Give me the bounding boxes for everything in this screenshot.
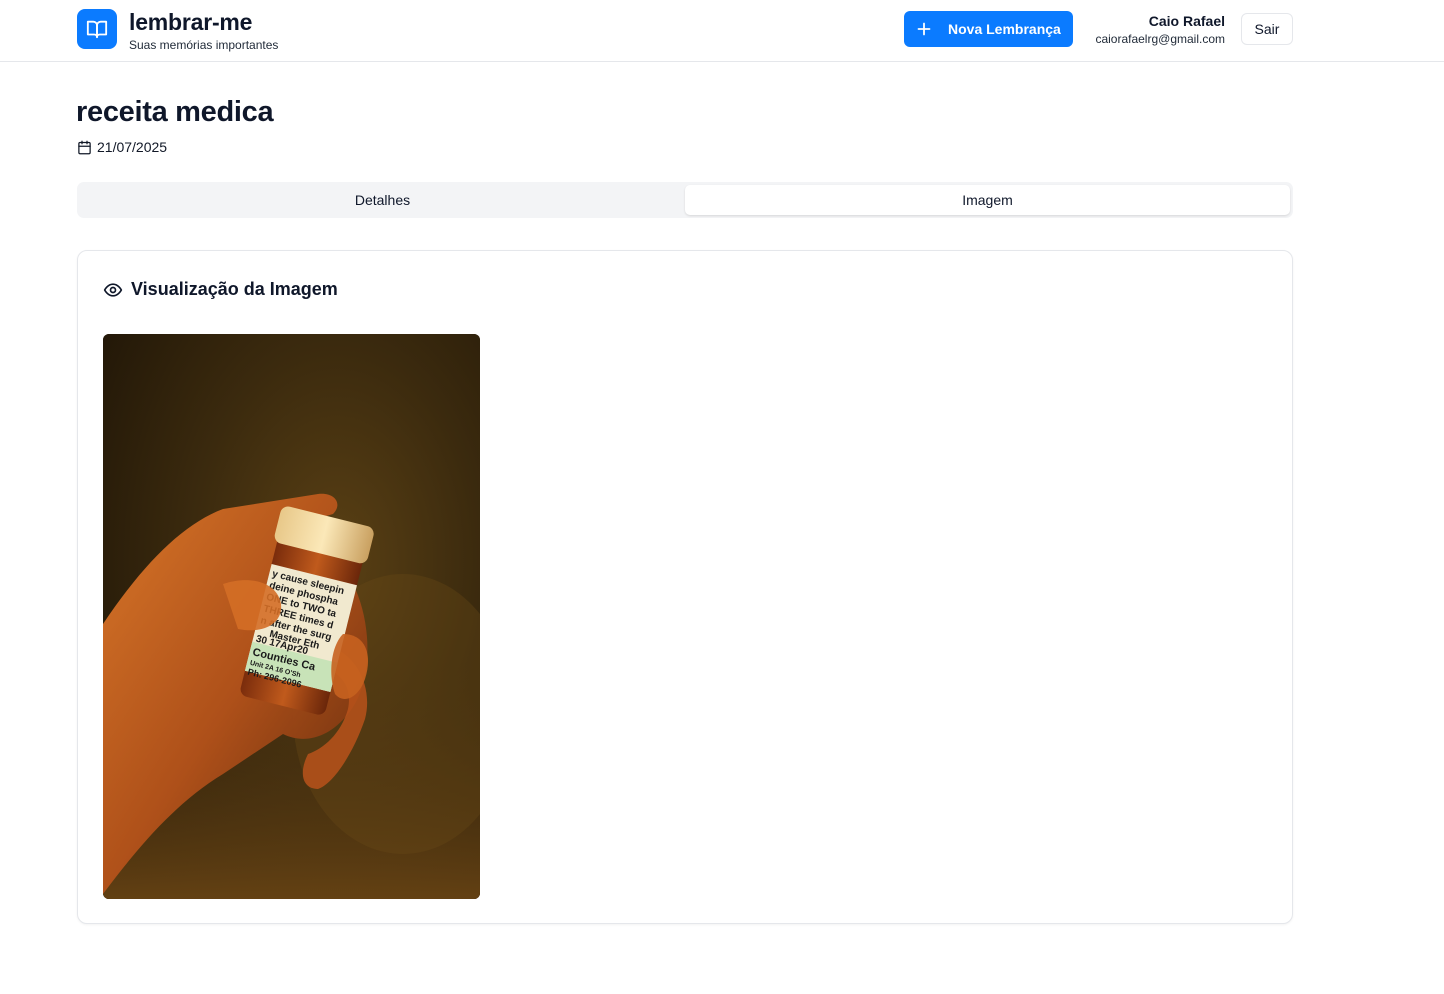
tab-details[interactable]: Detalhes (80, 185, 685, 215)
user-name: Caio Rafael (1148, 13, 1225, 29)
plus-icon (917, 22, 931, 36)
page-title: receita medica (76, 96, 274, 128)
tab-list: Detalhes Imagem (77, 182, 1293, 218)
memory-date: 21/07/2025 (77, 139, 167, 155)
date-text: 21/07/2025 (97, 139, 168, 155)
pill-bottle-photo: y cause sleepin deine phospha ONE to TWO… (103, 334, 480, 899)
user-email: caiorafaelrg@gmail.com (1095, 32, 1225, 46)
new-memory-label: Nova Lembrança (948, 21, 1061, 37)
book-open-icon (86, 20, 108, 39)
app-logo[interactable] (77, 9, 117, 49)
card-header: Visualização da Imagem (103, 279, 338, 300)
logout-button[interactable]: Sair (1241, 13, 1293, 45)
new-memory-button[interactable]: Nova Lembrança (904, 11, 1073, 47)
tab-image[interactable]: Imagem (685, 185, 1290, 215)
eye-icon (103, 280, 123, 300)
card-title: Visualização da Imagem (131, 279, 338, 299)
app-subtitle: Suas memórias importantes (129, 38, 279, 52)
top-navbar: lembrar-me Suas memórias importantes Nov… (0, 0, 1444, 62)
memory-photo[interactable]: y cause sleepin deine phospha ONE to TWO… (103, 334, 480, 899)
app-title[interactable]: lembrar-me (129, 9, 252, 35)
image-preview-card: Visualização da Imagem y cause sleepin d… (77, 250, 1293, 924)
calendar-icon (77, 140, 92, 155)
